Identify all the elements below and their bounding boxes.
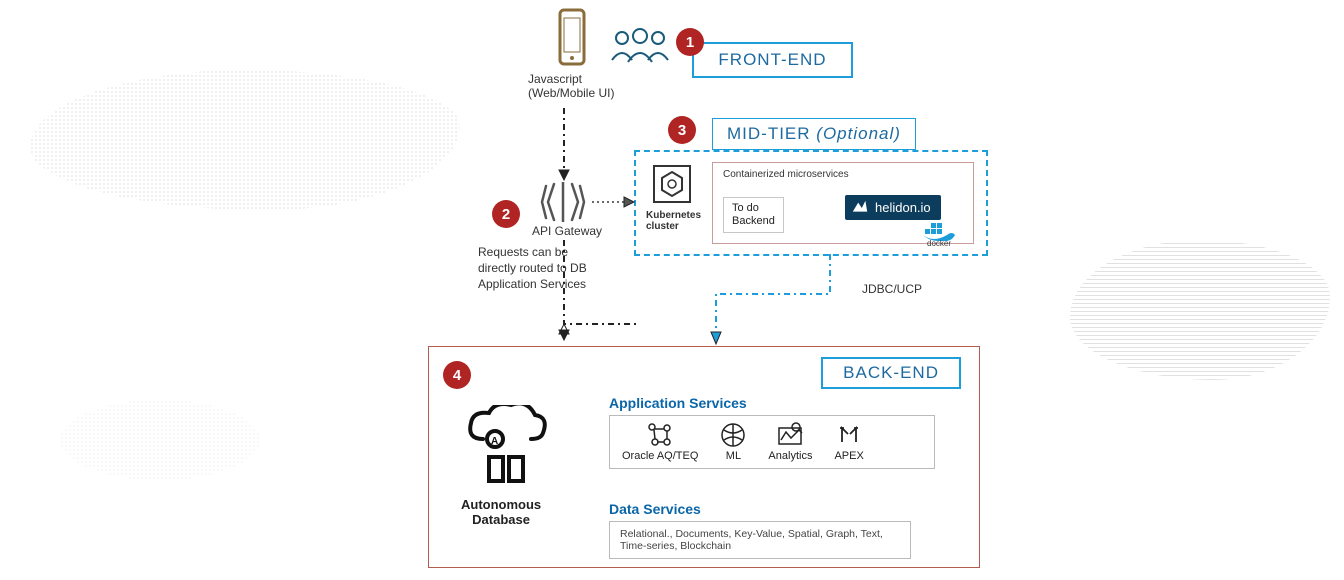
cloud-texture-right — [1070, 240, 1330, 380]
docker-label: docker — [927, 239, 951, 248]
frontend-title: FRONT-END — [692, 42, 853, 78]
api-gateway-label: API Gateway — [532, 224, 602, 238]
badge-4: 4 — [443, 361, 471, 389]
kubernetes-icon — [652, 164, 692, 204]
service-analytics: Analytics — [768, 422, 812, 462]
data-services-box: Relational., Documents, Key-Value, Spati… — [609, 521, 911, 559]
autonomous-db-label: Autonomous Database — [461, 497, 541, 527]
midtier-container: Kubernetes cluster Containerized microse… — [634, 150, 988, 256]
service-analytics-label: Analytics — [768, 450, 812, 462]
service-aq-label: Oracle AQ/TEQ — [622, 450, 698, 462]
arrow-api-to-midtier — [592, 196, 638, 210]
helidon-badge: helidon.io — [845, 195, 941, 220]
backend-title: BACK-END — [821, 357, 961, 389]
arrow-frontend-to-api — [558, 108, 578, 186]
autonomous-db-icon: A — [467, 405, 547, 495]
docker-icon — [923, 221, 955, 241]
helidon-label: helidon.io — [875, 200, 931, 215]
service-ml: ML — [720, 422, 746, 462]
midtier-title-text: MID-TIER — [727, 124, 811, 143]
app-services-box: Oracle AQ/TEQ ML Analytics APEX — [609, 415, 935, 469]
jdbc-label: JDBC/UCP — [862, 282, 922, 296]
svg-text:A: A — [491, 436, 498, 447]
cloud-texture-left — [30, 70, 460, 210]
javascript-label: Javascript (Web/Mobile UI) — [528, 72, 614, 100]
backend-container: 4 BACK-END A Autonomous Database Applica… — [428, 346, 980, 568]
k8s-label: Kubernetes cluster — [646, 210, 701, 232]
microservices-heading: Containerized microservices — [723, 169, 849, 180]
badge-3: 3 — [668, 116, 696, 144]
microservices-box: Containerized microservices To do Backen… — [712, 162, 974, 244]
service-ml-label: ML — [726, 450, 741, 462]
arrow-api-to-backend — [558, 240, 648, 350]
midtier-optional: (Optional) — [816, 124, 901, 143]
arrow-midtier-to-backend — [710, 254, 840, 350]
cloud-texture-bottom-left — [60, 400, 260, 480]
badge-2: 2 — [492, 200, 520, 228]
users-icon — [608, 26, 672, 66]
api-gateway-icon — [540, 182, 586, 222]
app-services-heading: Application Services — [609, 395, 747, 411]
badge-1: 1 — [676, 28, 704, 56]
service-apex-label: APEX — [834, 450, 863, 462]
smartphone-icon — [556, 8, 588, 66]
midtier-title: MID-TIER (Optional) — [712, 118, 916, 150]
data-services-heading: Data Services — [609, 501, 701, 517]
service-aq: Oracle AQ/TEQ — [622, 422, 698, 462]
todo-backend: To do Backend — [723, 197, 784, 233]
service-apex: APEX — [834, 422, 863, 462]
